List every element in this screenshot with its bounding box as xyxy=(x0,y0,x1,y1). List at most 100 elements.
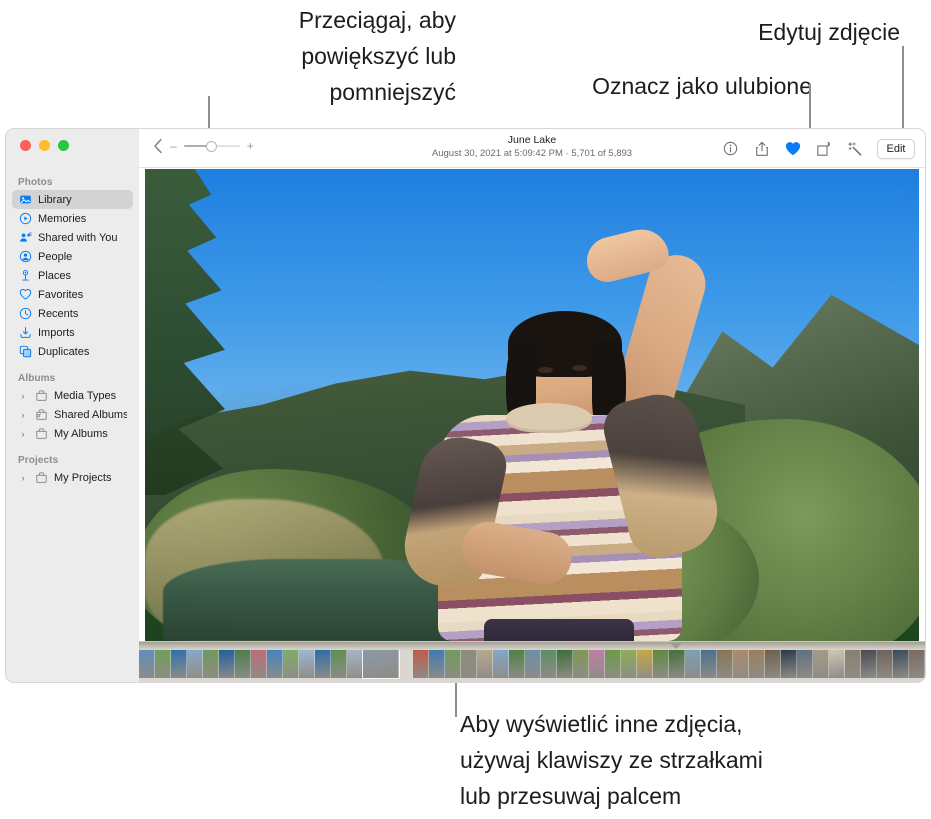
filmstrip-thumbnail[interactable] xyxy=(171,650,187,678)
left-eye xyxy=(538,367,553,373)
content-pane: – + June Lake August 30, 2021 at 5:09:42… xyxy=(139,129,925,682)
back-chevron-icon[interactable] xyxy=(153,138,163,154)
filmstrip-thumbnail[interactable] xyxy=(621,650,637,678)
zoom-slider[interactable] xyxy=(183,140,240,152)
filmstrip-thumbnail[interactable] xyxy=(267,650,283,678)
filmstrip-thumbnail-selected[interactable] xyxy=(363,650,399,678)
zoom-slider-knob[interactable] xyxy=(205,140,217,152)
filmstrip-thumbnail[interactable] xyxy=(541,650,557,678)
sidebar-item-favorites[interactable]: Favorites xyxy=(12,285,133,304)
sidebar-item-places[interactable]: Places xyxy=(12,266,133,285)
sidebar-item-label: Shared with You xyxy=(38,231,118,244)
filmstrip-thumbnail[interactable] xyxy=(413,650,429,678)
zoom-out-label[interactable]: – xyxy=(170,140,177,152)
filmstrip-thumbnail[interactable] xyxy=(331,650,347,678)
sidebar-item-imports[interactable]: Imports xyxy=(12,323,133,342)
minimize-window-button[interactable] xyxy=(39,140,50,151)
sidebar-item-label: Duplicates xyxy=(38,345,90,358)
photo-image[interactable] xyxy=(145,169,919,641)
magic-wand-icon[interactable] xyxy=(846,140,863,158)
shared-icon xyxy=(18,231,32,245)
filmstrip-thumbnail[interactable] xyxy=(251,650,267,678)
filmstrip-thumbnail[interactable] xyxy=(669,650,685,678)
toolbar: – + June Lake August 30, 2021 at 5:09:42… xyxy=(139,129,925,168)
zoom-control[interactable]: – + xyxy=(153,138,254,154)
trousers xyxy=(484,619,634,641)
filmstrip-thumbnail[interactable] xyxy=(557,650,573,678)
filmstrip-thumbnail[interactable] xyxy=(861,650,877,678)
filmstrip-thumbnail[interactable] xyxy=(155,650,171,678)
filmstrip-thumbnail[interactable] xyxy=(461,650,477,678)
filmstrip-thumbnail[interactable] xyxy=(187,650,203,678)
sidebar-item-media-types[interactable]: › Media Types xyxy=(12,386,133,405)
filmstrip-thumbnail[interactable] xyxy=(653,650,669,678)
sidebar-item-my-projects[interactable]: › My Projects xyxy=(12,468,133,487)
filmstrip-thumbnail[interactable] xyxy=(235,650,251,678)
filmstrip-thumbnail[interactable] xyxy=(813,650,829,678)
filmstrip-thumbnail[interactable] xyxy=(845,650,861,678)
filmstrip-thumbnail[interactable] xyxy=(525,650,541,678)
right-eye xyxy=(572,365,587,371)
filmstrip-thumbnail[interactable] xyxy=(605,650,621,678)
close-window-button[interactable] xyxy=(20,140,31,151)
filmstrip-thumbnail[interactable] xyxy=(749,650,765,678)
sidebar-item-shared-with-you[interactable]: Shared with You xyxy=(12,228,133,247)
filmstrip-thumbnail[interactable] xyxy=(701,650,717,678)
filmstrip-thumbnail[interactable] xyxy=(765,650,781,678)
filmstrip-thumbnail[interactable] xyxy=(909,650,925,678)
heart-filled-icon[interactable] xyxy=(784,140,801,158)
chevron-right-icon[interactable]: › xyxy=(18,473,28,483)
filmstrip-thumbnail[interactable] xyxy=(429,650,445,678)
filmstrip-thumbnail[interactable] xyxy=(781,650,797,678)
filmstrip-thumbnail[interactable] xyxy=(445,650,461,678)
screenshot-root: Przeciągaj, aby powiększyć lub pomniejsz… xyxy=(0,0,931,819)
filmstrip-thumbnail[interactable] xyxy=(493,650,509,678)
filmstrip-thumbnail[interactable] xyxy=(733,650,749,678)
filmstrip-thumbnail[interactable] xyxy=(347,650,363,678)
filmstrip-thumbnails[interactable] xyxy=(139,650,925,680)
sidebar-item-label: Favorites xyxy=(38,288,84,301)
filmstrip-thumbnail[interactable] xyxy=(203,650,219,678)
filmstrip-thumbnail[interactable] xyxy=(315,650,331,678)
filmstrip-thumbnail[interactable] xyxy=(219,650,235,678)
sidebar-sections: Photos Library Memories Shared with You Peop… xyxy=(6,165,139,487)
filmstrip-thumbnail[interactable] xyxy=(717,650,733,678)
filmstrip-thumbnail[interactable] xyxy=(509,650,525,678)
sidebar-item-my-albums[interactable]: › My Albums xyxy=(12,424,133,443)
info-icon[interactable] xyxy=(722,140,739,158)
chevron-right-icon[interactable]: › xyxy=(18,429,28,439)
filmstrip-thumbnail[interactable] xyxy=(893,650,909,678)
filmstrip-thumbnail[interactable] xyxy=(573,650,589,678)
edit-button[interactable]: Edit xyxy=(877,138,915,159)
filmstrip-thumbnail[interactable] xyxy=(283,650,299,678)
rotate-icon[interactable] xyxy=(815,140,832,158)
filmstrip-thumbnail[interactable] xyxy=(477,650,493,678)
filmstrip-thumbnail[interactable] xyxy=(139,650,155,678)
heart-icon xyxy=(18,288,32,302)
sidebar-item-memories[interactable]: Memories xyxy=(12,209,133,228)
filmstrip-thumbnail[interactable] xyxy=(685,650,701,678)
sidebar-item-label: My Projects xyxy=(54,471,112,484)
chevron-right-icon[interactable]: › xyxy=(18,391,28,401)
zoom-in-label[interactable]: + xyxy=(247,140,254,152)
filmstrip-thumbnail[interactable] xyxy=(877,650,893,678)
sidebar-item-people[interactable]: People xyxy=(12,247,133,266)
sidebar-section-header: Projects xyxy=(18,455,59,466)
photo-viewer[interactable] xyxy=(139,169,925,641)
places-icon xyxy=(18,269,32,283)
library-icon xyxy=(18,193,32,207)
filmstrip-thumbnail[interactable] xyxy=(797,650,813,678)
callout-edit-leader-line xyxy=(902,46,904,140)
filmstrip-thumbnail[interactable] xyxy=(637,650,653,678)
filmstrip-thumbnail[interactable] xyxy=(589,650,605,678)
share-icon[interactable] xyxy=(753,140,770,158)
sidebar-item-shared-albums[interactable]: › Shared Albums xyxy=(12,405,133,424)
filmstrip-thumbnail[interactable] xyxy=(829,650,845,678)
sidebar-item-library[interactable]: Library xyxy=(12,190,133,209)
chevron-right-icon[interactable]: › xyxy=(18,410,28,420)
zoom-window-button[interactable] xyxy=(58,140,69,151)
sidebar-item-recents[interactable]: Recents xyxy=(12,304,133,323)
filmstrip-thumbnail[interactable] xyxy=(299,650,315,678)
sidebar-item-duplicates[interactable]: Duplicates xyxy=(12,342,133,361)
filmstrip[interactable] xyxy=(139,641,925,682)
